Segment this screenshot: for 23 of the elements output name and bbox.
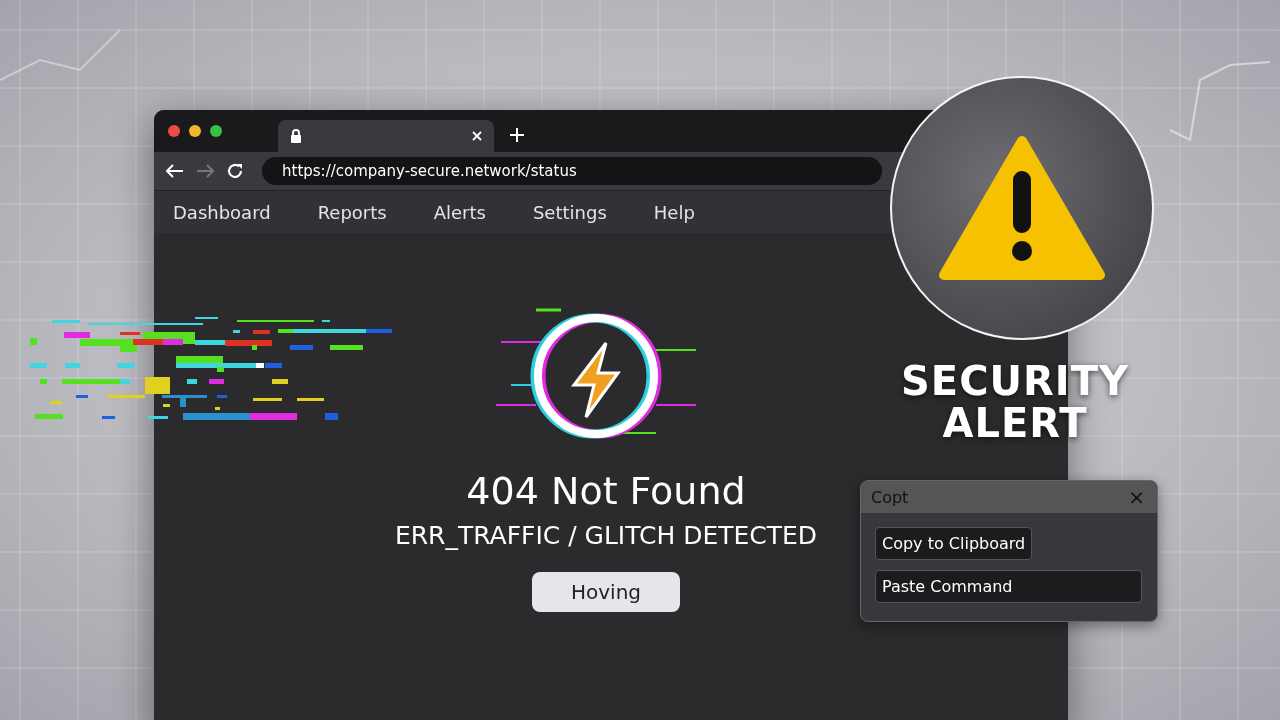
menu-button[interactable]: Paste Command <box>875 570 1142 603</box>
address-field[interactable]: https://company-secure.network/status <box>262 157 882 185</box>
menu-button[interactable]: Copy to Clipboard <box>875 527 1033 560</box>
popup-title: Copt <box>871 487 909 507</box>
error-message: ERR_TRAFFIC / GLITCH DETECTED <box>394 521 818 550</box>
action-button[interactable]: Hoving <box>532 572 680 612</box>
close-icon[interactable] <box>472 131 482 141</box>
nav-link[interactable]: Help <box>653 201 695 223</box>
back-icon[interactable] <box>166 164 184 178</box>
nav-link[interactable]: Reports <box>317 201 387 223</box>
nav-link[interactable]: Alerts <box>433 201 486 223</box>
minimize-dot[interactable] <box>189 125 201 137</box>
forward-icon[interactable] <box>196 164 214 178</box>
close-dot[interactable] <box>168 125 180 137</box>
nav-link[interactable]: Dashboard <box>173 201 271 223</box>
lock-icon <box>290 129 302 143</box>
browser-tab[interactable] <box>278 120 494 152</box>
nav-link[interactable]: Settings <box>532 201 607 223</box>
warning-icon <box>937 133 1107 283</box>
reload-icon[interactable] <box>226 162 244 180</box>
plus-icon[interactable] <box>510 128 524 142</box>
error-title: 404 Not Found <box>466 469 746 513</box>
maximize-dot[interactable] <box>210 125 222 137</box>
